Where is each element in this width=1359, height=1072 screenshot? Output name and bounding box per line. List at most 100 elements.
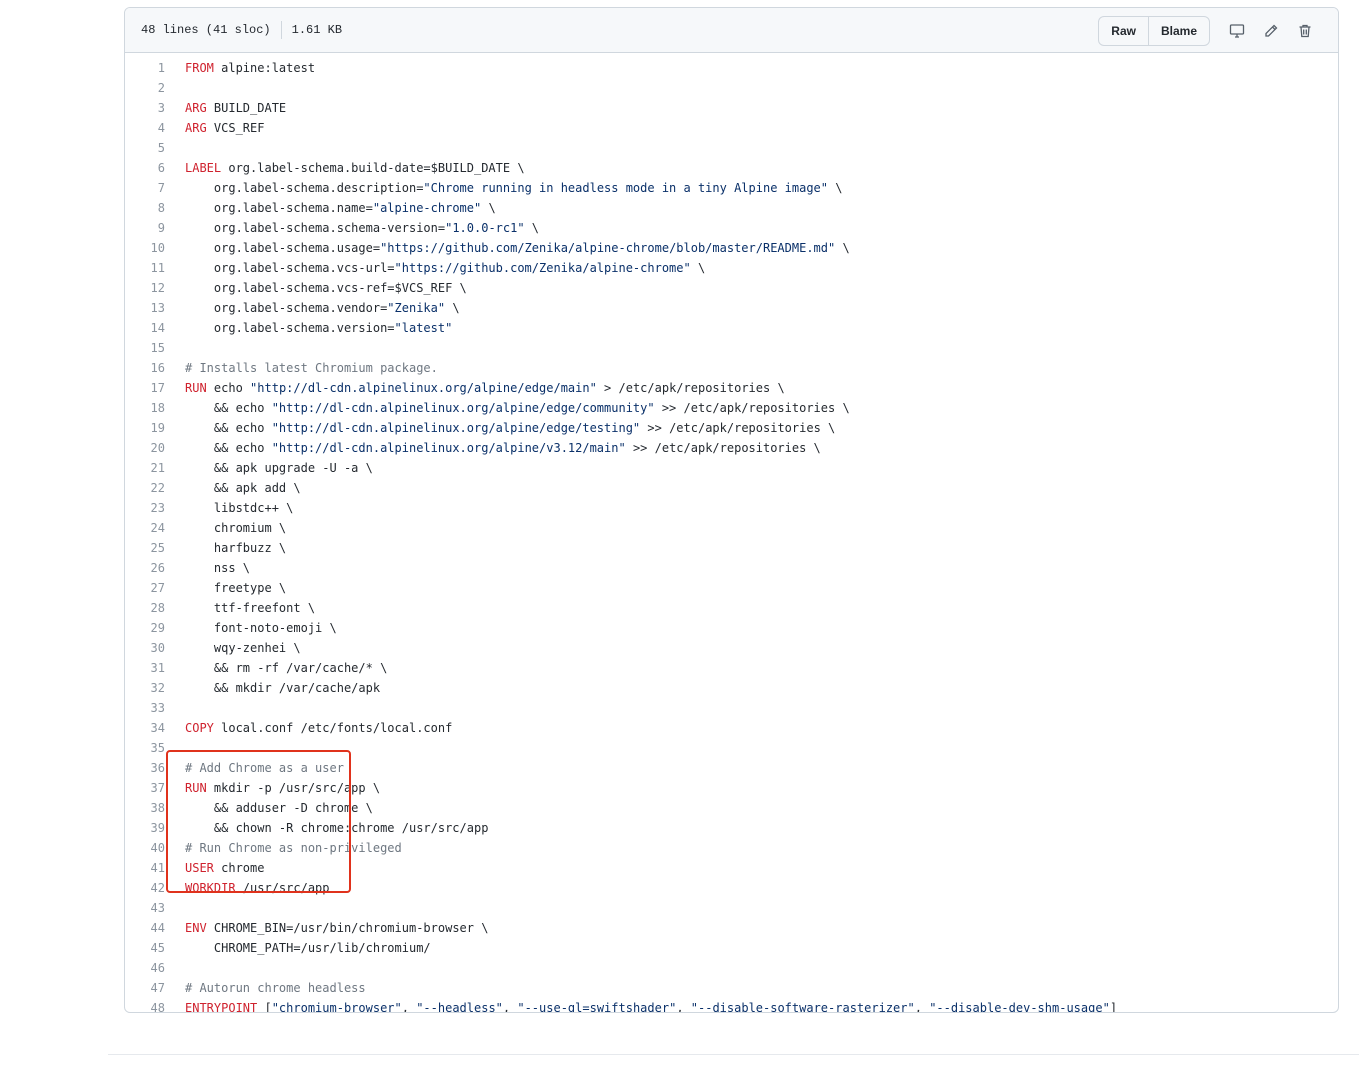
line-number[interactable]: 36: [125, 758, 165, 778]
code-token: chromium \: [185, 521, 287, 535]
line-number[interactable]: 2: [125, 78, 165, 98]
code-line: 24 chromium \: [125, 518, 1338, 538]
line-number[interactable]: 42: [125, 878, 165, 898]
line-number[interactable]: 10: [125, 238, 165, 258]
line-number[interactable]: 28: [125, 598, 165, 618]
line-content: ENV CHROME_BIN=/usr/bin/chromium-browser…: [165, 918, 488, 938]
line-content: org.label-schema.usage="https://github.c…: [165, 238, 850, 258]
line-number[interactable]: 38: [125, 798, 165, 818]
line-number[interactable]: 1: [125, 58, 165, 78]
line-number[interactable]: 40: [125, 838, 165, 858]
line-number[interactable]: 25: [125, 538, 165, 558]
code-line: 16 # Installs latest Chromium package.: [125, 358, 1338, 378]
code-line: 44 ENV CHROME_BIN=/usr/bin/chromium-brows…: [125, 918, 1338, 938]
line-number[interactable]: 4: [125, 118, 165, 138]
line-number[interactable]: 31: [125, 658, 165, 678]
code-line: 17 RUN echo "http://dl-cdn.alpinelinux.or…: [125, 378, 1338, 398]
line-number[interactable]: 12: [125, 278, 165, 298]
code-token: org.label-schema.schema-version=: [185, 221, 446, 235]
line-content: font-noto-emoji \: [165, 618, 337, 638]
code-token: WORKDIR: [185, 881, 236, 895]
line-number[interactable]: 19: [125, 418, 165, 438]
line-content: harfbuzz \: [165, 538, 286, 558]
code-line: 10 org.label-schema.usage="https://githu…: [125, 238, 1338, 258]
line-number[interactable]: 45: [125, 938, 165, 958]
line-number[interactable]: 32: [125, 678, 165, 698]
code-token: libstdc++ \: [185, 501, 294, 515]
line-content: && echo "http://dl-cdn.alpinelinux.org/a…: [165, 438, 821, 458]
line-number[interactable]: 43: [125, 898, 165, 918]
code-line: 48 ENTRYPOINT ["chromium-browser", "--hea…: [125, 998, 1338, 1013]
code-token: org.label-schema.description=: [185, 181, 424, 195]
line-number[interactable]: 6: [125, 158, 165, 178]
line-number[interactable]: 18: [125, 398, 165, 418]
line-content: [165, 958, 185, 978]
line-content: freetype \: [165, 578, 286, 598]
code-token: FROM: [185, 61, 214, 75]
code-line: 8 org.label-schema.name="alpine-chrome" …: [125, 198, 1338, 218]
line-content: && rm -rf /var/cache/* \: [165, 658, 387, 678]
code-token: BUILD_DATE: [206, 101, 287, 115]
line-number[interactable]: 9: [125, 218, 165, 238]
line-content: nss \: [165, 558, 250, 578]
line-number[interactable]: 5: [125, 138, 165, 158]
code-token: && apk add \: [185, 481, 301, 495]
code-token: "http://dl-cdn.alpinelinux.org/alpine/ed…: [271, 401, 655, 415]
line-number[interactable]: 8: [125, 198, 165, 218]
line-content: wqy-zenhei \: [165, 638, 301, 658]
line-number[interactable]: 13: [125, 298, 165, 318]
line-number[interactable]: 21: [125, 458, 165, 478]
line-number[interactable]: 26: [125, 558, 165, 578]
line-number[interactable]: 46: [125, 958, 165, 978]
line-number[interactable]: 35: [125, 738, 165, 758]
line-number[interactable]: 37: [125, 778, 165, 798]
line-number[interactable]: 22: [125, 478, 165, 498]
code-token: local.conf /etc/fonts/local.conf: [213, 721, 453, 735]
raw-blame-group: Raw Blame: [1098, 16, 1210, 46]
line-number[interactable]: 17: [125, 378, 165, 398]
code-line: 26 nss \: [125, 558, 1338, 578]
code-token: "--disable-dev-shm-usage": [929, 1001, 1110, 1013]
line-number[interactable]: 44: [125, 918, 165, 938]
line-number[interactable]: 34: [125, 718, 165, 738]
line-number[interactable]: 47: [125, 978, 165, 998]
code-line: 28 ttf-freefont \: [125, 598, 1338, 618]
code-token: \: [828, 181, 843, 195]
line-number[interactable]: 48: [125, 998, 165, 1012]
line-number[interactable]: 7: [125, 178, 165, 198]
line-content: org.label-schema.vendor="Zenika" \: [165, 298, 460, 318]
line-number[interactable]: 24: [125, 518, 165, 538]
line-number[interactable]: 20: [125, 438, 165, 458]
code-line: 13 org.label-schema.vendor="Zenika" \: [125, 298, 1338, 318]
line-number[interactable]: 27: [125, 578, 165, 598]
line-number[interactable]: 3: [125, 98, 165, 118]
code-token: "--disable-software-rasterizer": [690, 1001, 915, 1013]
code-line: 47 # Autorun chrome headless: [125, 978, 1338, 998]
blame-button[interactable]: Blame: [1147, 17, 1209, 45]
line-number[interactable]: 29: [125, 618, 165, 638]
code-token: ENV: [185, 921, 207, 935]
code-token: "alpine-chrome": [372, 201, 482, 215]
raw-button[interactable]: Raw: [1099, 17, 1148, 45]
line-number[interactable]: 14: [125, 318, 165, 338]
code-token: >> /etc/apk/repositories \: [640, 421, 836, 435]
line-number[interactable]: 41: [125, 858, 165, 878]
code-line: 4 ARG VCS_REF: [125, 118, 1338, 138]
line-content: WORKDIR /usr/src/app: [165, 878, 330, 898]
code-line: 7 org.label-schema.description="Chrome r…: [125, 178, 1338, 198]
line-content: [165, 78, 185, 98]
pencil-icon[interactable]: [1254, 17, 1288, 45]
line-number[interactable]: 39: [125, 818, 165, 838]
trash-icon[interactable]: [1288, 17, 1322, 45]
line-content: LABEL org.label-schema.build-date=$BUILD…: [165, 158, 525, 178]
code-token: CHROME_BIN=/usr/bin/chromium-browser \: [206, 921, 489, 935]
line-number[interactable]: 16: [125, 358, 165, 378]
desktop-icon[interactable]: [1220, 17, 1254, 45]
code-line: 12 org.label-schema.vcs-ref=$VCS_REF \: [125, 278, 1338, 298]
file-size: 1.61 KB: [291, 23, 343, 37]
line-number[interactable]: 11: [125, 258, 165, 278]
line-number[interactable]: 15: [125, 338, 165, 358]
line-number[interactable]: 33: [125, 698, 165, 718]
line-number[interactable]: 30: [125, 638, 165, 658]
line-number[interactable]: 23: [125, 498, 165, 518]
